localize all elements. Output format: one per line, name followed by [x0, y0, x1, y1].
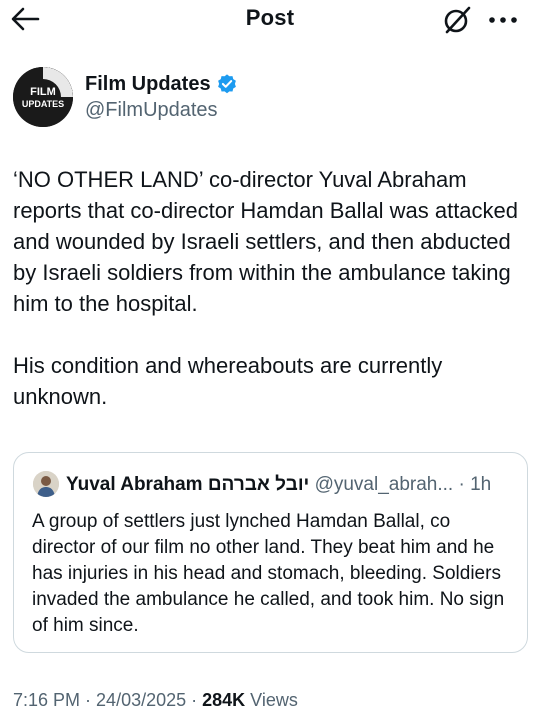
verified-badge-icon: [217, 74, 236, 94]
meta-separator: ·: [80, 690, 97, 710]
post-date: 24/03/2025: [96, 690, 187, 710]
author-name[interactable]: Film Updates: [85, 72, 238, 96]
post-meta: 7:16 PM · 24/03/2025 · 284K Views: [13, 688, 298, 712]
author-name-text: Film Updates: [85, 73, 211, 95]
meta-separator: ·: [186, 690, 203, 710]
back-button[interactable]: [10, 6, 44, 34]
quoted-post-card[interactable]: Yuval Abraham יובל אברהם @yuval_abrah...…: [13, 452, 528, 653]
grok-icon: [444, 6, 471, 34]
views-count: 284K: [202, 690, 246, 710]
quoted-post-text: A group of settlers just lynched Hamdan …: [32, 511, 505, 636]
top-bar: Post: [0, 0, 540, 40]
quoted-post-header: Yuval Abraham יובל אברהם @yuval_abrah...…: [66, 473, 491, 497]
svg-text:UPDATES: UPDATES: [22, 99, 64, 109]
more-dots-icon: [489, 17, 517, 23]
grok-button[interactable]: [440, 4, 474, 36]
quoted-author-handle: @yuval_abrah...: [314, 474, 454, 495]
author-avatar[interactable]: FILM UPDATES: [13, 67, 73, 127]
quoted-author-name: Yuval Abraham יובל אברהם: [66, 474, 310, 495]
quoted-author-avatar: [33, 471, 59, 497]
svg-text:FILM: FILM: [30, 86, 56, 98]
arrow-left-icon: [11, 7, 40, 31]
quoted-post-time: · 1h: [458, 474, 492, 495]
views-label: Views: [245, 690, 298, 710]
post-text: ‘NO OTHER LAND’ co-director Yuval Abraha…: [13, 167, 519, 409]
more-options-button[interactable]: [485, 6, 521, 34]
post-time: 7:16 PM: [13, 690, 81, 710]
author-handle[interactable]: @FilmUpdates: [85, 98, 218, 122]
